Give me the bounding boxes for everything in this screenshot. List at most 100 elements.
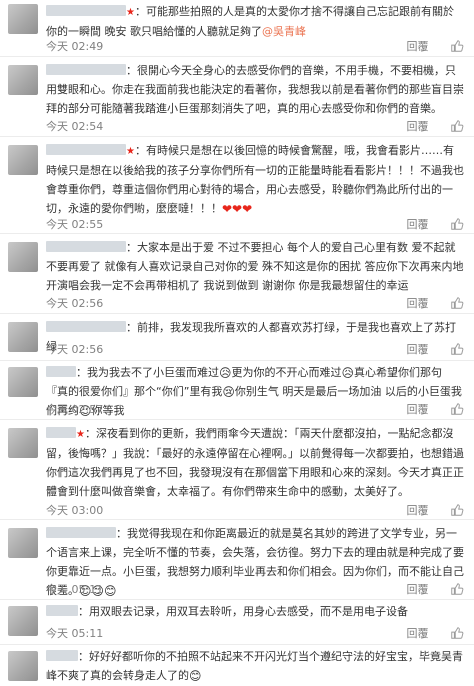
crying-face-icon: 😢: [222, 385, 235, 399]
thumbs-up-icon[interactable]: [450, 39, 464, 53]
comment-footer: 今天 03:00 回覆: [46, 503, 464, 519]
avatar[interactable]: [8, 4, 38, 34]
comment-text: 更为你的不开心而难过: [231, 366, 342, 379]
thumbs-up-icon[interactable]: [450, 296, 464, 310]
comment-text-block: ：很開心今天全身心的去感受你們的音樂，不用手機，不要相機，只用雙眼和心。你走在我…: [46, 61, 464, 118]
comment-footer: 今天 02:56 回覆: [46, 342, 464, 358]
username[interactable]: [46, 605, 78, 616]
comment-actions: 回覆: [407, 582, 465, 598]
comment-text-block: ★：有時候只是想在以後回憶的時候會驚醒，哦，我會看影片……有時候只是想在以後給我…: [46, 141, 464, 218]
timestamp: 今天 05:11: [46, 583, 104, 596]
star-icon: ★: [126, 7, 135, 18]
avatar[interactable]: [8, 242, 38, 272]
avatar[interactable]: [8, 65, 38, 95]
comment-text-block: ★：深夜看到你的更新，我們雨傘今天遭說：「兩天什麼都沒拍，一點紀念都沒留，後悔嗎…: [46, 424, 464, 501]
star-icon: ★: [76, 429, 85, 440]
reply-button[interactable]: 回覆: [407, 297, 429, 310]
comment-item: ：很開心今天全身心的去感受你們的音樂，不用手機，不要相機，只用雙眼和心。你走在我…: [0, 57, 474, 137]
comment-text: ：深夜看到你的更新，我們雨傘今天遭說：「兩天什麼都沒拍，一點紀念都沒留，後悔嗎？…: [46, 427, 464, 498]
comment-actions: 回覆: [407, 626, 465, 642]
smile-face-icon: 😊: [189, 669, 202, 683]
timestamp: 今天 02:49: [46, 40, 104, 53]
comment-footer: 今天 05:11 回覆: [46, 626, 464, 642]
timestamp: 今天 02:57: [46, 403, 104, 416]
comment-actions: 回覆: [407, 217, 465, 233]
comment-actions: 回覆: [407, 119, 465, 135]
timestamp: 今天 02:54: [46, 120, 104, 133]
username[interactable]: [46, 527, 116, 538]
comment-text-block: ：好好好都听你的不拍照不站起来不开闪光灯当个遵纪守法的好宝宝，毕竟吴青峰不爽了真…: [46, 647, 464, 685]
reply-button[interactable]: 回覆: [407, 120, 429, 133]
reply-button[interactable]: 回覆: [407, 583, 429, 596]
comment-item: ★：深夜看到你的更新，我們雨傘今天遭說：「兩天什麼都沒拍，一點紀念都沒留，後悔嗎…: [0, 420, 474, 520]
comment-footer: 今天 05:11 回覆: [46, 582, 464, 598]
sad-face-icon: 😥: [219, 366, 232, 380]
username[interactable]: [46, 650, 78, 661]
comment-actions: 回覆: [407, 402, 465, 418]
timestamp: 今天 03:00: [46, 504, 104, 517]
sad-face-icon: 😥: [341, 366, 355, 380]
comment-body: ★：可能那些拍照的人是真的太愛你才捨不得讓自己忘記跟前有關於你的一瞬間 晚安 歌…: [46, 2, 464, 41]
comment-item: ★：可能那些拍照的人是真的太愛你才捨不得讓自己忘記跟前有關於你的一瞬間 晚安 歌…: [0, 0, 474, 57]
comment-actions: 回覆: [407, 39, 465, 55]
timestamp: 今天 02:55: [46, 218, 104, 231]
reply-button[interactable]: 回覆: [407, 40, 429, 53]
username[interactable]: [46, 144, 126, 155]
reply-button[interactable]: 回覆: [407, 403, 429, 416]
avatar[interactable]: [8, 367, 38, 397]
comment-actions: 回覆: [407, 503, 465, 519]
username[interactable]: [46, 366, 76, 377]
comment-text: ：好好好都听你的不拍照不站起来不开闪光灯当个遵纪守法的好宝宝，毕竟吴青峰不爽了真…: [46, 650, 463, 682]
thumbs-up-icon[interactable]: [450, 582, 464, 596]
comment-footer: 今天 02:55 回覆: [46, 217, 464, 233]
timestamp: 今天 05:11: [46, 627, 104, 640]
thumbs-up-icon[interactable]: [450, 119, 464, 133]
comment-item: ：我觉得我现在和你距离最近的就是莫名其妙的跨进了文学专业，另一个语言来上课，完全…: [0, 520, 474, 600]
username[interactable]: [46, 427, 76, 438]
comment-text: ：我为我去不了小巨蛋而难过: [76, 366, 219, 379]
comment-body: ★：深夜看到你的更新，我們雨傘今天遭說：「兩天什麼都沒拍，一點紀念都沒留，後悔嗎…: [46, 424, 464, 501]
reply-button[interactable]: 回覆: [407, 504, 429, 517]
thumbs-up-icon[interactable]: [450, 503, 464, 517]
username[interactable]: [46, 64, 126, 75]
timestamp: 今天 02:56: [46, 343, 104, 356]
comment-list: ★：可能那些拍照的人是真的太愛你才捨不得讓自己忘記跟前有關於你的一瞬間 晚安 歌…: [0, 0, 474, 686]
comment-body: ：很開心今天全身心的去感受你們的音樂，不用手機，不要相機，只用雙眼和心。你走在我…: [46, 61, 464, 118]
comment-item: ：我为我去不了小巨蛋而难过😥更为你的不开心而难过😥真心希望你们那句『真的很爱你们…: [0, 361, 474, 420]
reply-button[interactable]: 回覆: [407, 343, 429, 356]
username[interactable]: [46, 241, 126, 252]
comment-text-block: ：用双眼去记录，用双耳去聆听，用身心去感受，而不是用电子设备: [46, 602, 464, 621]
comment-text: ：用双眼去记录，用双耳去聆听，用身心去感受，而不是用电子设备: [78, 605, 408, 618]
comment-text-block: ：大家本是出于爱 不过不要担心 每个人的爱自己心里有数 爱不起就不要再爱了 就像…: [46, 238, 464, 295]
comment-item: ：前排，我发现我所喜欢的人都喜欢苏打绿，于是我也喜欢上了苏打绿 今天 02:56…: [0, 314, 474, 361]
thumbs-up-icon[interactable]: [450, 342, 464, 356]
heart-icon: ❤❤❤: [222, 202, 253, 216]
comment-actions: 回覆: [407, 342, 465, 358]
comment-footer: 今天 02:49 回覆: [46, 39, 464, 55]
avatar[interactable]: [8, 606, 38, 636]
avatar[interactable]: [8, 651, 38, 681]
avatar[interactable]: [8, 145, 38, 175]
username[interactable]: [46, 321, 126, 332]
comment-body: ：好好好都听你的不拍照不站起来不开闪光灯当个遵纪守法的好宝宝，毕竟吴青峰不爽了真…: [46, 647, 464, 685]
thumbs-up-icon[interactable]: [450, 402, 464, 416]
comment-footer: 今天 02:56 回覆: [46, 296, 464, 312]
avatar[interactable]: [8, 428, 38, 458]
reply-button[interactable]: 回覆: [407, 218, 429, 231]
star-icon: ★: [126, 146, 135, 157]
comment-body: ★：有時候只是想在以後回憶的時候會驚醒，哦，我會看影片……有時候只是想在以後給我…: [46, 141, 464, 218]
avatar[interactable]: [8, 322, 38, 352]
thumbs-up-icon[interactable]: [450, 626, 464, 640]
comment-item: ★：有時候只是想在以後回憶的時候會驚醒，哦，我會看影片……有時候只是想在以後給我…: [0, 137, 474, 234]
comment-item: ：用双眼去记录，用双耳去聆听，用身心去感受，而不是用电子设备 今天 05:11 …: [0, 600, 474, 645]
comment-footer: 今天 02:57 回覆: [46, 402, 464, 418]
avatar[interactable]: [8, 528, 38, 558]
comment-footer: 今天 02:54 回覆: [46, 119, 464, 135]
reply-button[interactable]: 回覆: [407, 627, 429, 640]
username[interactable]: [46, 5, 126, 16]
timestamp: 今天 02:56: [46, 297, 104, 310]
comment-body: ：用双眼去记录，用双耳去聆听，用身心去感受，而不是用电子设备: [46, 602, 464, 621]
mention-link[interactable]: @吳青峰: [262, 25, 306, 38]
comment-item: ：好好好都听你的不拍照不站起来不开闪光灯当个遵纪守法的好宝宝，毕竟吴青峰不爽了真…: [0, 645, 474, 686]
thumbs-up-icon[interactable]: [450, 217, 464, 231]
